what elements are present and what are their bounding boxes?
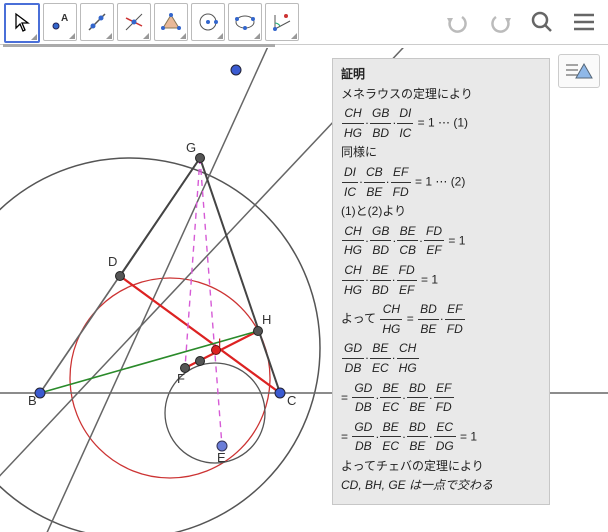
polygon-icon bbox=[160, 11, 182, 33]
redo-icon bbox=[487, 11, 513, 33]
proof-eq1: CHHG·GBBD·DIIC = 1 ⋯ (1) bbox=[341, 104, 541, 142]
circle-icon bbox=[197, 11, 219, 33]
line-icon bbox=[86, 11, 108, 33]
proof-title: 証明 bbox=[341, 65, 541, 84]
undo-button[interactable] bbox=[444, 8, 472, 36]
tool-move[interactable] bbox=[4, 3, 40, 43]
arrow-icon bbox=[13, 12, 31, 34]
pt-label-b: B bbox=[28, 393, 37, 408]
pt-label-f: F bbox=[177, 371, 185, 386]
point-icon: A bbox=[50, 11, 70, 33]
proof-panel: 証明 メネラウスの定理により CHHG·GBBD·DIIC = 1 ⋯ (1) … bbox=[332, 58, 550, 505]
angle-icon bbox=[271, 11, 293, 33]
tool-perpendicular[interactable] bbox=[117, 3, 151, 41]
tool-polygon[interactable] bbox=[154, 3, 188, 41]
undo-icon bbox=[445, 11, 471, 33]
svg-text:A: A bbox=[61, 13, 68, 24]
proof-l4: よって CHHG = BDBE·EFFD bbox=[341, 300, 541, 338]
ellipse-icon bbox=[234, 11, 256, 33]
pt-label-e: E bbox=[217, 450, 226, 465]
right-controls bbox=[444, 8, 608, 36]
pt-label-c: C bbox=[287, 393, 296, 408]
toolbar: A bbox=[0, 0, 608, 45]
menu-icon bbox=[572, 12, 596, 32]
perp-icon bbox=[123, 11, 145, 33]
tool-circle-3pt[interactable] bbox=[228, 3, 262, 41]
menu-button[interactable] bbox=[570, 8, 598, 36]
proof-eq5b: = GDDB·BEEC·BDBE·EFFD bbox=[341, 379, 541, 417]
proof-l6: CD, BH, GE は一点で交わる bbox=[341, 476, 541, 495]
proof-eq3: CHHG·GBBD·BECB·FDEF = 1 bbox=[341, 222, 541, 260]
proof-eq5a: GDDB·BEEC·CHHG bbox=[341, 339, 541, 377]
tool-line[interactable] bbox=[80, 3, 114, 41]
proof-eq2: DIIC·CBBE·EFFD = 1 ⋯ (2) bbox=[341, 163, 541, 201]
proof-l5: よってチェバの定理により bbox=[341, 457, 541, 476]
proof-eq4: CHHG·BEBD·FDEF = 1 bbox=[341, 261, 541, 299]
pt-label-i: I bbox=[218, 336, 221, 350]
pt-label-d: D bbox=[108, 254, 117, 269]
tool-angle[interactable] bbox=[265, 3, 299, 41]
redo-button[interactable] bbox=[486, 8, 514, 36]
tool-circle-center[interactable] bbox=[191, 3, 225, 41]
search-button[interactable] bbox=[528, 8, 556, 36]
tool-point[interactable]: A bbox=[43, 3, 77, 41]
pt-label-g: G bbox=[186, 140, 196, 155]
proof-l3: (1)と(2)より bbox=[341, 202, 541, 221]
tool-underline bbox=[3, 44, 275, 47]
proof-l2: 同様に bbox=[341, 143, 541, 162]
tool-group: A bbox=[0, 1, 302, 43]
proof-eq6: = GDDB·BEEC·BDBE·ECDG = 1 bbox=[341, 418, 541, 456]
search-icon bbox=[530, 10, 554, 34]
proof-l1: メネラウスの定理により bbox=[341, 85, 541, 104]
pt-label-h: H bbox=[262, 312, 271, 327]
